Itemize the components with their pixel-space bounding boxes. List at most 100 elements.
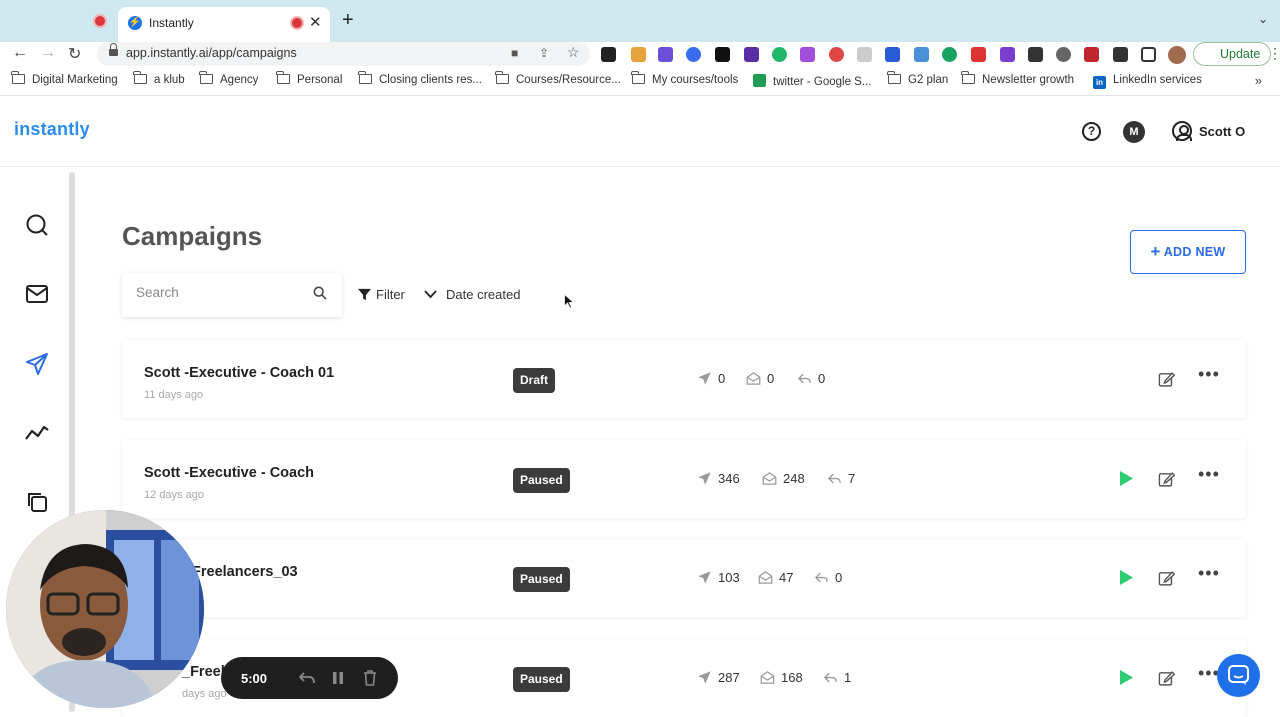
templates-copy-icon[interactable]: [25, 490, 49, 514]
status-badge: Paused: [513, 567, 570, 592]
extension-icon[interactable]: [829, 47, 844, 62]
campaign-row[interactable]: Scott -Executive - Coach 12 days ago Pau…: [122, 440, 1246, 518]
user-name[interactable]: Scott O: [1199, 124, 1245, 139]
filter-icon: [358, 288, 371, 301]
address-bar[interactable]: app.instantly.ai/app/campaigns ■ ⇪ ☆: [97, 42, 590, 66]
bookmark-star-icon[interactable]: ☆: [567, 44, 580, 61]
folder-icon: [133, 71, 147, 84]
campaign-name[interactable]: Scott -Executive - Coach: [144, 465, 314, 481]
extension-icon[interactable]: [1000, 47, 1015, 62]
camera-icon[interactable]: ■: [511, 46, 518, 60]
filter-button[interactable]: Filter: [358, 287, 405, 302]
search-leads-icon[interactable]: [25, 213, 49, 237]
folder-icon: [495, 71, 509, 84]
extension-icon[interactable]: [715, 47, 730, 62]
profile-avatar-icon[interactable]: [1168, 46, 1186, 64]
more-options-icon[interactable]: •••: [1198, 364, 1220, 385]
extension-icon[interactable]: [1084, 47, 1099, 62]
replied-count: 1: [823, 670, 851, 685]
bookmark-item[interactable]: twitter - Google S...: [753, 74, 871, 88]
reply-icon: [814, 572, 828, 583]
extension-icon[interactable]: [1028, 47, 1043, 62]
help-icon[interactable]: ?: [1082, 122, 1101, 141]
bookmark-item[interactable]: Digital Marketing: [11, 71, 118, 86]
undo-icon[interactable]: [299, 671, 315, 685]
campaign-name[interactable]: _Freel: [182, 664, 225, 680]
background-tab[interactable]: [90, 10, 110, 32]
share-icon[interactable]: ⇪: [539, 46, 549, 60]
bookmark-item[interactable]: in LinkedIn services: [1093, 74, 1202, 89]
extension-icon[interactable]: [1056, 47, 1071, 62]
mail-icon[interactable]: [25, 282, 49, 306]
close-tab-icon[interactable]: ✕: [309, 13, 322, 31]
opened-value: 47: [779, 570, 794, 585]
search-icon[interactable]: [313, 286, 327, 300]
edit-icon[interactable]: [1158, 471, 1175, 488]
extension-icon[interactable]: [686, 47, 701, 62]
analytics-icon[interactable]: [25, 421, 49, 445]
workspace-avatar[interactable]: M: [1123, 121, 1145, 143]
reload-button[interactable]: ↻: [68, 44, 81, 64]
presenter-video-icon: [6, 510, 204, 708]
campaign-row[interactable]: Scott -Executive - Coach 01 11 days ago …: [122, 340, 1246, 418]
bookmark-label: Courses/Resource...: [516, 74, 621, 86]
chat-icon: [1228, 665, 1249, 685]
edit-icon[interactable]: [1158, 670, 1175, 687]
tab-title: Instantly: [149, 16, 194, 30]
new-tab-button[interactable]: +: [342, 9, 354, 31]
back-button[interactable]: ←: [12, 44, 28, 62]
bookmark-item[interactable]: G2 plan: [887, 71, 948, 86]
bookmark-item[interactable]: My courses/tools: [631, 71, 738, 86]
play-icon[interactable]: [1118, 669, 1134, 686]
more-bookmarks-icon[interactable]: »: [1255, 73, 1262, 88]
support-chat-button[interactable]: [1217, 654, 1260, 697]
campaign-name[interactable]: Freelancers_03: [192, 564, 298, 580]
bookmark-item[interactable]: Newsletter growth: [961, 71, 1074, 86]
replied-value: 0: [818, 371, 826, 386]
puzzle-extensions-icon[interactable]: [1113, 47, 1128, 62]
side-panel-icon[interactable]: [1141, 47, 1156, 62]
edit-icon[interactable]: [1158, 570, 1175, 587]
add-new-campaign-button[interactable]: + ADD NEW: [1130, 230, 1246, 274]
update-button[interactable]: Update ⋮: [1168, 42, 1280, 66]
forward-button[interactable]: →: [40, 44, 56, 62]
search-input[interactable]: [136, 285, 296, 300]
grammarly-extension-icon[interactable]: [772, 47, 787, 62]
notion-extension-icon[interactable]: [601, 47, 616, 62]
trash-icon[interactable]: [363, 670, 377, 686]
browser-menu-icon[interactable]: ⋮: [1268, 45, 1280, 62]
sort-dropdown[interactable]: Date created: [424, 287, 520, 302]
webcam-overlay: [6, 510, 204, 708]
edit-icon[interactable]: [1158, 371, 1175, 388]
bookmark-item[interactable]: Personal: [276, 71, 342, 86]
play-icon[interactable]: [1118, 470, 1134, 487]
pause-icon[interactable]: [332, 671, 344, 685]
opened-value: 168: [781, 670, 803, 685]
extension-icon[interactable]: [658, 47, 673, 62]
more-options-icon[interactable]: •••: [1198, 563, 1220, 584]
extension-icon[interactable]: [744, 47, 759, 62]
extension-icon[interactable]: [971, 47, 986, 62]
bookmark-item[interactable]: Courses/Resource...: [495, 71, 621, 86]
mouse-cursor-icon: [564, 294, 574, 309]
extension-icon[interactable]: [631, 47, 646, 62]
bookmark-item[interactable]: a klub: [133, 71, 185, 86]
extension-icon[interactable]: [800, 47, 815, 62]
send-icon: [698, 372, 711, 385]
more-options-icon[interactable]: •••: [1198, 464, 1220, 485]
play-icon[interactable]: [1118, 569, 1134, 586]
extension-icon[interactable]: [942, 47, 957, 62]
extension-icon[interactable]: [857, 47, 872, 62]
tab-search-chevron-icon[interactable]: ⌄: [1258, 12, 1268, 26]
campaign-row[interactable]: Freelancers_03 Paused 103 47 0 •••: [122, 539, 1246, 617]
campaign-name[interactable]: Scott -Executive - Coach 01: [144, 365, 334, 381]
browser-tab-active[interactable]: ⚡ Instantly ✕: [118, 7, 330, 42]
user-account-icon[interactable]: [1172, 121, 1192, 141]
recording-indicator-icon: [95, 16, 105, 26]
instantly-logo[interactable]: instantly: [14, 119, 90, 140]
bookmark-item[interactable]: Closing clients res...: [358, 71, 482, 86]
extension-icon[interactable]: [914, 47, 929, 62]
extension-icon[interactable]: [885, 47, 900, 62]
campaigns-send-icon[interactable]: [25, 352, 49, 376]
bookmark-item[interactable]: Agency: [199, 71, 258, 86]
